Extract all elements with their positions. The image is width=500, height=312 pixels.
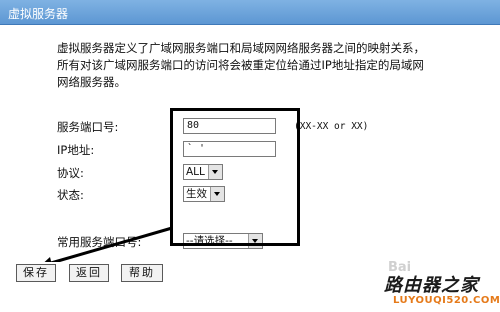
site-logo: 路由器之家 — [384, 275, 479, 296]
back-button[interactable]: 返回 — [69, 264, 109, 282]
help-button[interactable]: 帮助 — [121, 264, 163, 282]
site-url: LUYOUQI520.COM — [393, 295, 500, 306]
save-button[interactable]: 保存 — [16, 264, 56, 282]
